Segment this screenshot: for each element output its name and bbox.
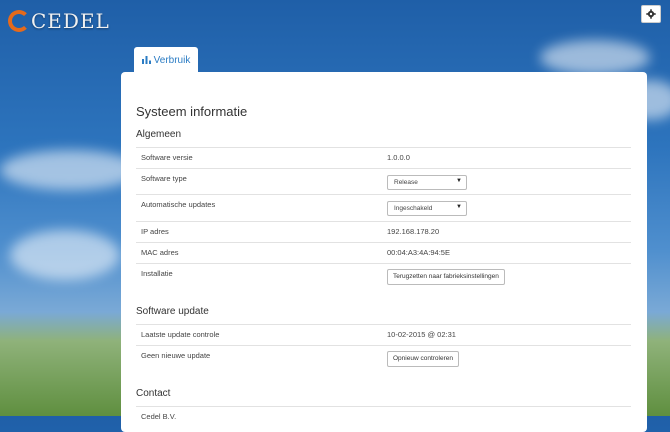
row-label: MAC adres bbox=[141, 248, 179, 257]
logo-ring-icon bbox=[8, 10, 30, 32]
select-value: Ingeschakeld bbox=[394, 205, 433, 212]
bar-chart-icon bbox=[141, 56, 151, 64]
row-value: 192.168.178.20 bbox=[387, 227, 440, 236]
section-heading-general: Algemeen bbox=[136, 129, 182, 140]
row-value: 1.0.0.0 bbox=[387, 153, 410, 162]
row-label: Installatie bbox=[141, 269, 173, 278]
row-auto-updates: Automatische updates Ingeschakeld ▼ bbox=[136, 194, 631, 222]
select-value: Release bbox=[394, 179, 418, 186]
section-heading-contact: Contact bbox=[136, 388, 171, 399]
row-software-version: Software versie 1.0.0.0 bbox=[136, 147, 631, 169]
settings-button[interactable] bbox=[641, 5, 661, 23]
gear-icon bbox=[646, 9, 656, 19]
row-last-check: Laatste update controle 10-02-2015 @ 02:… bbox=[136, 324, 631, 346]
company-name: Cedel B.V. bbox=[141, 412, 177, 421]
row-label: Laatste update controle bbox=[141, 330, 220, 339]
row-value: 10-02-2015 @ 02:31 bbox=[387, 330, 456, 339]
software-type-select[interactable]: Release ▼ bbox=[387, 175, 467, 190]
row-update-status: Geen nieuwe update Opnieuw controleren bbox=[136, 345, 631, 374]
factory-reset-button[interactable]: Terugzetten naar fabrieksinstellingen bbox=[387, 269, 505, 285]
row-label: Automatische updates bbox=[141, 200, 216, 209]
cloud bbox=[540, 40, 650, 75]
row-value: 00:04:A3:4A:94:5E bbox=[387, 248, 450, 257]
row-ip-address: IP adres 192.168.178.20 bbox=[136, 221, 631, 243]
row-label: IP adres bbox=[141, 227, 169, 236]
row-label: Geen nieuwe update bbox=[141, 351, 211, 360]
page-title: Systeem informatie bbox=[136, 104, 248, 119]
auto-updates-select[interactable]: Ingeschakeld ▼ bbox=[387, 201, 467, 216]
caret-down-icon: ▼ bbox=[456, 178, 462, 184]
row-mac-address: MAC adres 00:04:A3:4A:94:5E bbox=[136, 242, 631, 264]
row-software-type: Software type Release ▼ bbox=[136, 168, 631, 195]
brand-name: CEDEL bbox=[31, 9, 110, 33]
cloud bbox=[10, 230, 120, 280]
row-label: Software type bbox=[141, 174, 187, 183]
tab-label: Verbruik bbox=[153, 54, 191, 66]
system-info-panel: Systeem informatie Algemeen Software ver… bbox=[121, 72, 647, 432]
row-label: Software versie bbox=[141, 153, 193, 162]
row-installation: Installatie Terugzetten naar fabrieksins… bbox=[136, 263, 631, 292]
section-heading-software-update: Software update bbox=[136, 306, 209, 317]
row-company: Cedel B.V. bbox=[136, 406, 631, 428]
recheck-button[interactable]: Opnieuw controleren bbox=[387, 351, 459, 367]
tab-verbruik[interactable]: Verbruik bbox=[134, 47, 198, 73]
caret-down-icon: ▼ bbox=[456, 204, 462, 210]
cloud bbox=[0, 150, 140, 190]
brand-logo: CEDEL bbox=[8, 6, 110, 36]
